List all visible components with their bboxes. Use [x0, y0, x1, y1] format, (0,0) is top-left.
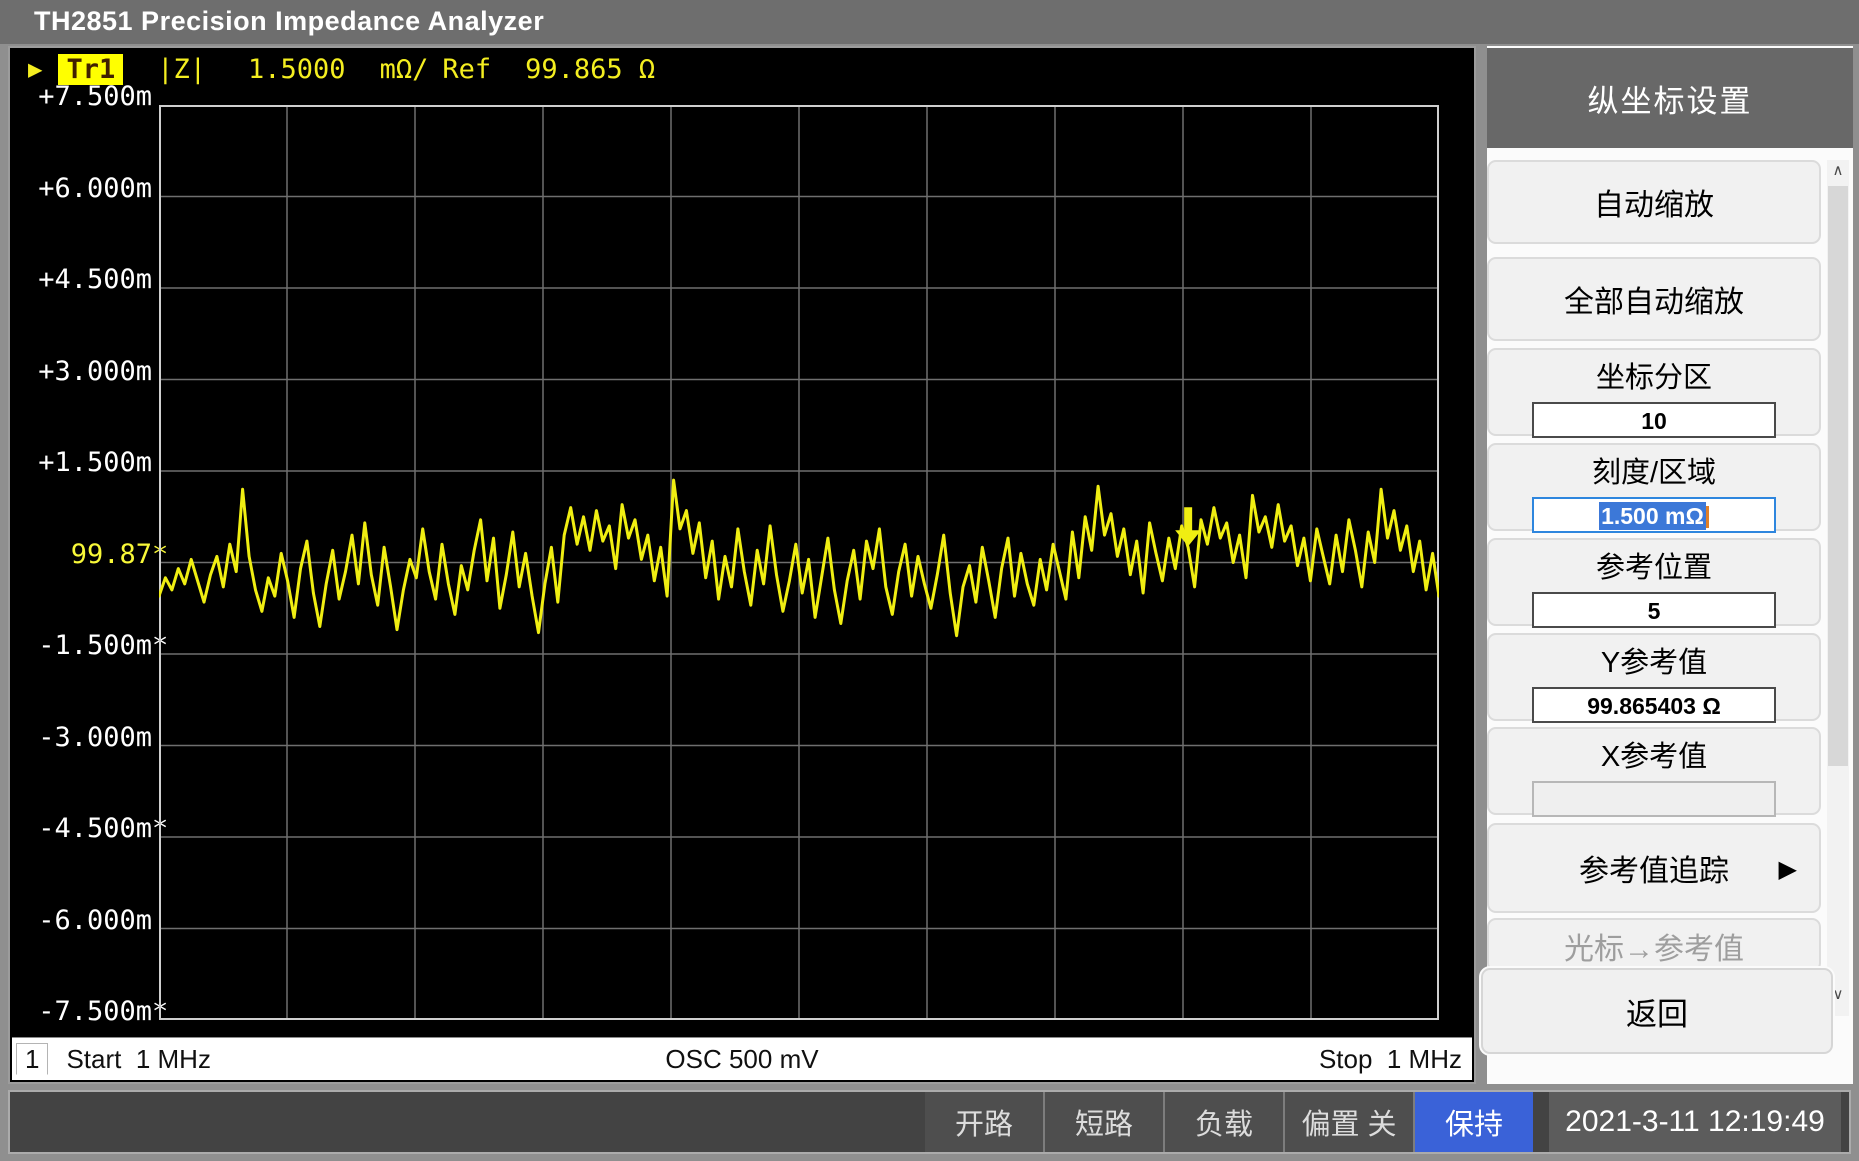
y-axis-tick-label: -7.500m* [10, 996, 152, 1028]
vertical-axis-settings-sidebar: 纵坐标设置 自动缩放 全部自动缩放 坐标分区 10 刻度/区域 1.500 mΩ… [1487, 46, 1853, 1084]
x-reference-input[interactable] [1532, 781, 1776, 817]
cursor-to-reference-button[interactable]: 光标→参考值 [1487, 918, 1821, 972]
back-button[interactable]: 返回 [1481, 968, 1833, 1054]
sidebar-title: 纵坐标设置 [1487, 48, 1853, 148]
scale-per-division-input[interactable]: 1.500 mΩ [1532, 497, 1776, 533]
reference-track-button[interactable]: 参考值追踪 ▶ [1487, 823, 1821, 913]
y-reference-input[interactable]: 99.865403 Ω [1532, 687, 1776, 723]
load-button[interactable]: 负载 [1163, 1092, 1283, 1152]
y-reference-panel: Y参考值 99.865403 Ω [1487, 633, 1821, 721]
y-axis-tick-label: +6.000m [10, 173, 152, 205]
y-axis-labels: +7.500m +6.000m +4.500m +3.000m +1.500m 99.87… [10, 48, 156, 1038]
sweep-info-strip: 1 Start 1 MHz OSC 500 mV Stop 1 MHz [12, 1037, 1472, 1080]
sidebar-scrollbar[interactable]: ∧ ∨ [1827, 160, 1849, 1016]
status-bar: 开路 短路 负载 偏置 关 保持 2021-3-11 12:19:49 [8, 1090, 1851, 1154]
osc-level-label: OSC 500 mV [12, 1044, 1472, 1075]
divisions-input[interactable]: 10 [1532, 402, 1776, 438]
status-bar-spacer [10, 1092, 925, 1152]
selected-text: 1.500 mΩ [1599, 502, 1706, 530]
scroll-up-icon[interactable]: ∧ [1827, 160, 1849, 182]
bias-toggle-button[interactable]: 偏置 关 [1283, 1092, 1413, 1152]
text-caret [1706, 506, 1709, 528]
hold-button[interactable]: 保持 [1413, 1092, 1533, 1152]
y-axis-tick-label: -6.000m [10, 905, 152, 937]
x-reference-panel: X参考值 [1487, 727, 1821, 815]
trace-scale-value: 1.5000 [248, 54, 346, 85]
reference-position-input[interactable]: 5 [1532, 592, 1776, 628]
plot-panel: ▶ Tr1 |Z| 1.5000 mΩ/ Ref 99.865 Ω +7.500… [8, 46, 1476, 1084]
open-circuit-button[interactable]: 开路 [925, 1092, 1043, 1152]
y-axis-tick-label: +7.500m [10, 81, 152, 113]
y-axis-tick-label: +3.000m [10, 356, 152, 388]
y-axis-tick-label: +1.500m [10, 447, 152, 479]
reference-position-panel: 参考位置 5 [1487, 538, 1821, 626]
y-axis-tick-label: -3.000m [10, 722, 152, 754]
x-reference-label: X参考值 [1489, 733, 1819, 775]
short-circuit-button[interactable]: 短路 [1043, 1092, 1163, 1152]
y-axis-tick-label: 99.87* [10, 539, 152, 571]
chevron-right-icon: ▶ [1779, 855, 1797, 884]
y-reference-label: Y参考值 [1489, 639, 1819, 681]
scale-per-division-panel: 刻度/区域 1.500 mΩ [1487, 443, 1821, 531]
trace-ref-value: 99.865 Ω [525, 54, 655, 85]
trace-scale-unit: mΩ/ [380, 54, 429, 85]
scrollbar-thumb[interactable] [1828, 186, 1848, 766]
window-titlebar: TH2851 Precision Impedance Analyzer [0, 0, 1859, 44]
y-axis-tick-label: -4.500m* [10, 813, 152, 845]
reference-position-label: 参考位置 [1489, 544, 1819, 586]
divisions-label: 坐标分区 [1489, 354, 1819, 396]
chart-canvas [159, 105, 1439, 1020]
divisions-panel: 坐标分区 10 [1487, 348, 1821, 436]
auto-scale-all-button[interactable]: 全部自动缩放 [1487, 257, 1821, 341]
trace-parameter: |Z| [157, 54, 206, 85]
reference-track-label: 参考值追踪 [1579, 846, 1729, 890]
scale-per-division-label: 刻度/区域 [1489, 449, 1819, 491]
auto-scale-button[interactable]: 自动缩放 [1487, 160, 1821, 244]
app-window: TH2851 Precision Impedance Analyzer ▶ Tr… [0, 0, 1859, 1161]
y-axis-tick-label: -1.500m* [10, 630, 152, 662]
window-title: TH2851 Precision Impedance Analyzer [34, 6, 544, 37]
trace-ref-word: Ref [442, 54, 491, 85]
y-axis-tick-label: +4.500m [10, 264, 152, 296]
datetime-display: 2021-3-11 12:19:49 [1549, 1092, 1841, 1152]
